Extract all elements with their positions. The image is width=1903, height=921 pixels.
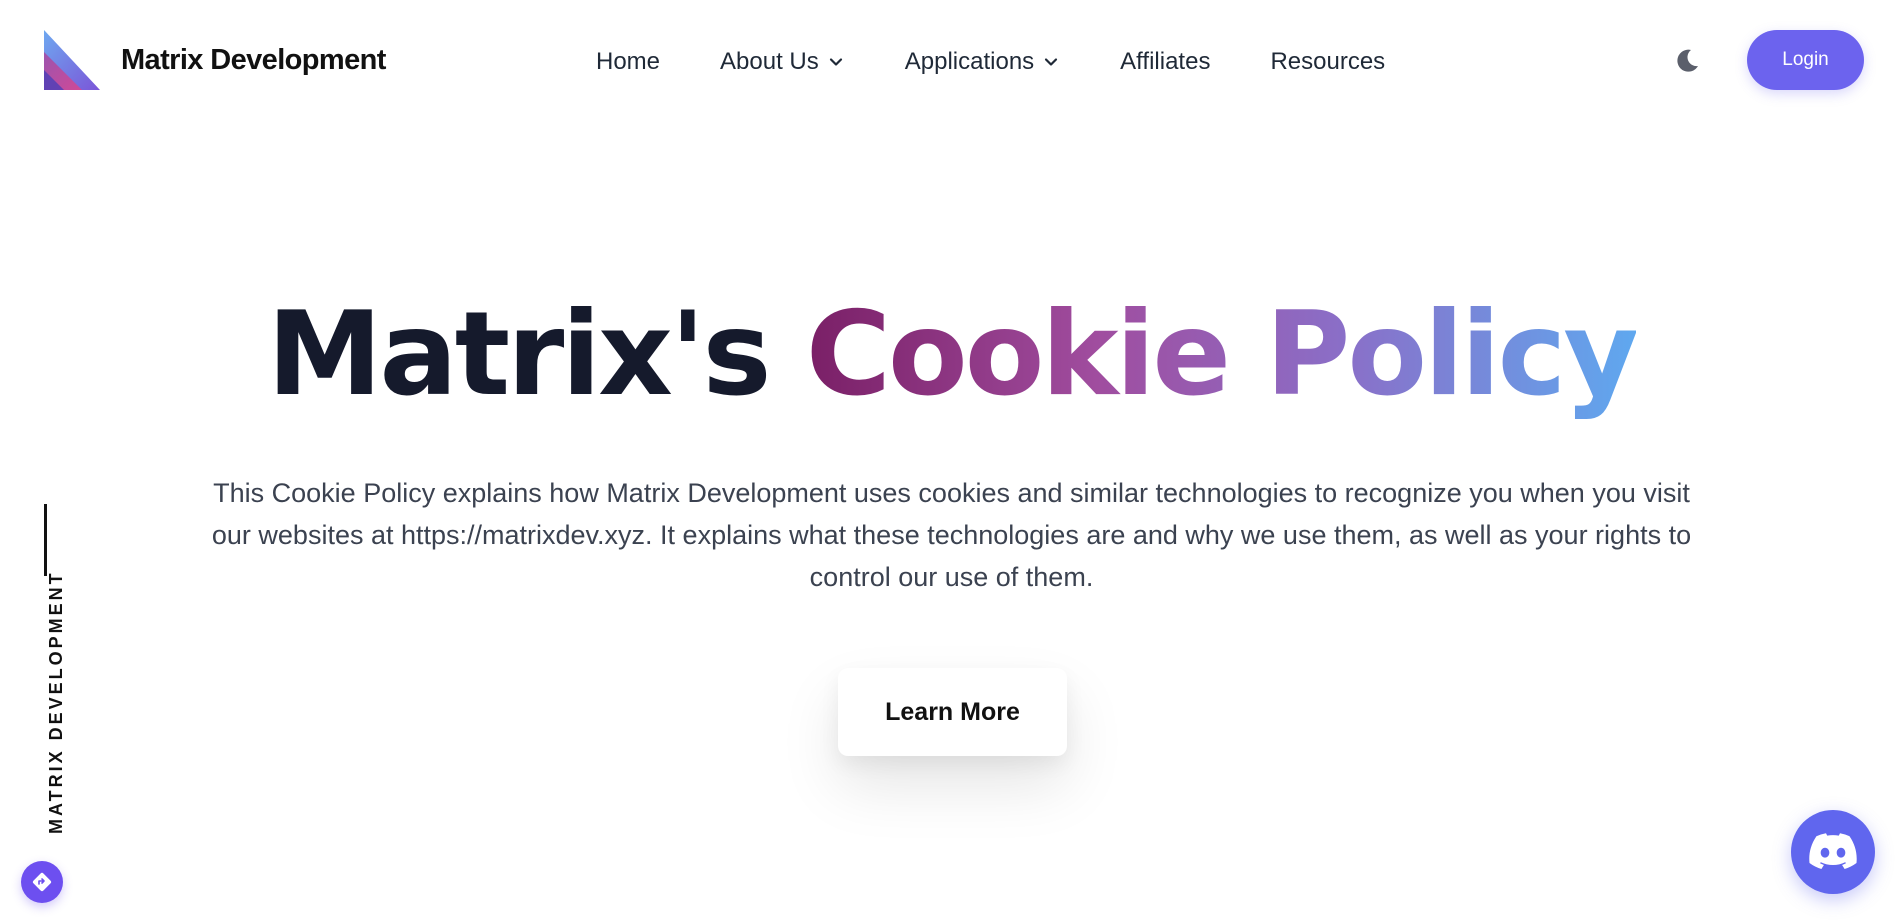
discord-icon (1809, 833, 1857, 869)
nav-about-label: About Us (720, 48, 819, 75)
discord-button[interactable] (1791, 810, 1875, 894)
site-header: Matrix Development Home About Us Applica… (0, 0, 1903, 120)
nav-home[interactable]: Home (596, 48, 660, 76)
login-button[interactable]: Login (1747, 30, 1864, 90)
chevron-down-icon (829, 58, 842, 66)
nav-applications[interactable]: Applications (905, 48, 1058, 76)
nav-home-label: Home (596, 48, 661, 75)
nav-about-us[interactable]: About Us (720, 48, 843, 76)
title-prefix: Matrix's (267, 287, 806, 422)
main-nav: Home About Us Applications Affiliates Re… (596, 44, 1385, 80)
learn-more-button[interactable]: Learn More (838, 668, 1067, 756)
nav-resources-label: Resources (1270, 48, 1386, 75)
brand-name: Matrix Development (121, 43, 386, 76)
hero-description: This Cookie Policy explains how Matrix D… (211, 478, 1692, 592)
moon-icon[interactable] (1672, 46, 1702, 76)
brand-link[interactable]: Matrix Development (42, 30, 386, 90)
nav-applications-label: Applications (904, 48, 1035, 75)
nav-affiliates-label: Affiliates (1120, 48, 1211, 75)
nav-affiliates[interactable]: Affiliates (1120, 48, 1210, 76)
matrix-logo-icon (44, 30, 100, 90)
diamond-arrow-icon (32, 872, 52, 892)
nav-resources[interactable]: Resources (1270, 48, 1385, 76)
page-title: Matrix's Cookie Policy (0, 290, 1903, 420)
side-brand-label: MATRIX DEVELOPMENT (46, 570, 66, 834)
title-highlight: Cookie Policy (805, 287, 1639, 422)
side-divider (44, 504, 47, 576)
side-nav-button[interactable] (21, 861, 63, 903)
chevron-down-icon (1045, 58, 1058, 66)
